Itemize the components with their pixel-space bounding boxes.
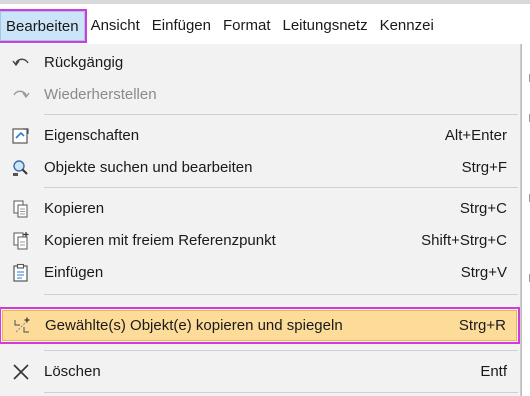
menu-item-shortcut: Strg+V [460,264,507,281]
redo-icon [8,83,34,107]
menu-item-label: Objekte suchen und bearbeiten [44,159,253,176]
undo-icon [8,51,34,75]
menu-item-label: Eigenschaften [44,127,140,144]
menu-item-label: Kopieren mit freiem Referenzpunkt [44,232,276,249]
menu-item-label: Löschen [44,363,101,380]
copy-reference-icon [8,229,34,253]
menu-leitungsnetz[interactable]: Leitungsnetz [277,11,374,41]
menu-item-shortcut: Entf [480,363,507,380]
edit-dropdown-menu: Rückgängig Wiederherstellen Eigenschafte… [0,44,521,396]
copy-icon [8,197,34,221]
menu-separator [44,294,518,295]
menu-item-shortcut: Strg+C [459,200,507,217]
menu-item-shortcut: Alt+Enter [444,127,507,144]
menu-ansicht[interactable]: Ansicht [85,11,146,41]
menu-item-label: Gewählte(s) Objekt(e) kopieren und spieg… [45,317,343,334]
screen: Bearbeiten Ansicht Einfügen Format Leitu… [0,0,530,396]
properties-icon [8,124,34,148]
canvas-edge [521,44,530,396]
menu-item-label: Einfügen [44,264,104,281]
find-objects-icon [8,156,34,180]
menu-format[interactable]: Format [217,11,277,41]
menu-item-delete[interactable]: Löschen Entf [2,356,517,387]
menu-item-copy-and-mirror[interactable]: Gewählte(s) Objekt(e) kopieren und spieg… [0,307,520,344]
delete-icon [8,360,34,384]
menu-einfuegen[interactable]: Einfügen [146,11,217,41]
menu-separator [44,392,518,393]
menu-item-shortcut: Shift+Strg+C [421,232,507,249]
menu-item-paste[interactable]: Einfügen Strg+V [2,257,517,288]
menu-item-shortcut: Strg+F [461,159,507,176]
menubar: Bearbeiten Ansicht Einfügen Format Leitu… [0,9,530,43]
menu-separator [44,187,518,188]
menu-item-properties[interactable]: Eigenschaften Alt+Enter [2,120,517,151]
menu-item-label: Wiederherstellen [44,86,157,103]
menu-item-find-objects[interactable]: Objekte suchen und bearbeiten Strg+F [2,152,517,183]
menu-kennzeichnung[interactable]: Kennzei [374,11,440,41]
menu-item-shortcut: Strg+R [458,317,506,334]
menu-item-label: Rückgängig [44,54,124,71]
menu-bearbeiten[interactable]: Bearbeiten [0,9,87,43]
menu-item-label: Kopieren [44,200,105,217]
menu-separator [44,114,518,115]
menu-separator [44,350,518,351]
paste-icon [8,261,34,285]
menu-item-undo[interactable]: Rückgängig [2,47,517,78]
menu-item-copy-with-reference[interactable]: Kopieren mit freiem Referenzpunkt Shift+… [2,225,517,256]
menu-item-redo[interactable]: Wiederherstellen [2,79,517,110]
copy-mirror-icon [9,314,35,338]
window-background [0,0,530,4]
menu-item-copy[interactable]: Kopieren Strg+C [2,193,517,224]
